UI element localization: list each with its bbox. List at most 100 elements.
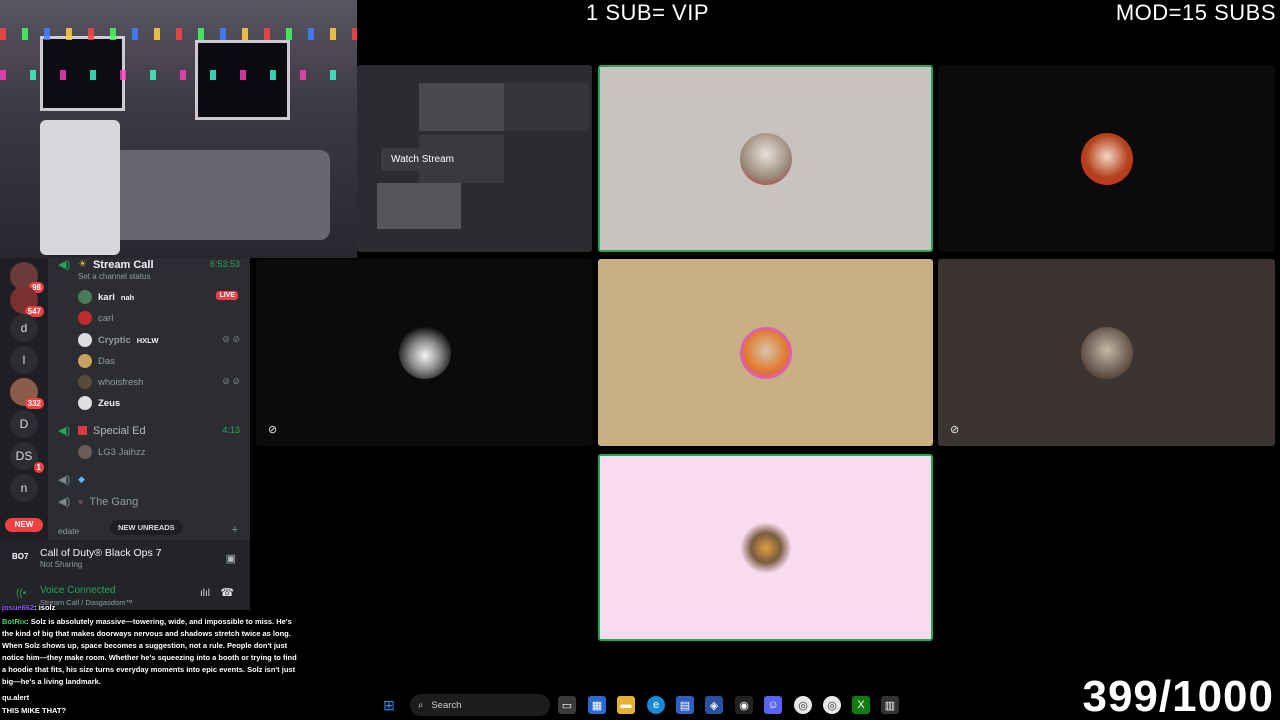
xbox-icon[interactable]: X [852, 696, 870, 714]
unread-badge: 1 [33, 462, 44, 473]
user-name: Das [98, 355, 115, 367]
app-icon[interactable]: ▤ [676, 696, 694, 714]
preview-thumbnail [419, 83, 504, 131]
share-screen-icon[interactable]: ▣ [226, 552, 236, 565]
channel-time: 4:13 [222, 425, 240, 435]
signal-icon: ((• [16, 588, 27, 599]
string-lights [0, 28, 357, 40]
preview-thumbnail [504, 83, 589, 131]
channel-diamond[interactable]: ◀) ◆ [58, 473, 85, 486]
participant-tile[interactable]: ⊘ [938, 259, 1275, 446]
chrome-icon[interactable]: ◎ [794, 696, 812, 714]
file-explorer-icon[interactable]: ▬ [617, 696, 635, 714]
add-icon[interactable]: + [232, 524, 238, 536]
diamond-icon: ◆ [78, 474, 85, 484]
server-label: d [20, 321, 28, 335]
user-name: LG3 Jaihzz [98, 446, 146, 458]
store-icon[interactable]: ▦ [588, 696, 606, 714]
speaker-icon: ◀) [58, 259, 71, 271]
server-icon[interactable]: D [10, 410, 38, 438]
windows-start-icon[interactable]: ⊞ [380, 696, 398, 714]
user-name: kari [98, 291, 115, 303]
disconnect-icon[interactable]: ☎ [220, 586, 234, 599]
chat-text: : isolz [34, 603, 56, 612]
obs-icon[interactable]: ◉ [735, 696, 753, 714]
bed [100, 150, 330, 240]
speaker-icon: ◀) [58, 496, 71, 508]
server-icon[interactable]: 332 [10, 378, 44, 409]
participant-tile[interactable] [598, 259, 933, 446]
server-icon[interactable]: 547 [10, 286, 44, 317]
participant-tile[interactable]: ⊘ [256, 259, 593, 446]
stream-preview-tile[interactable]: Watch Stream [357, 65, 592, 252]
user-name: Cryptic [98, 334, 131, 346]
preview-thumbnail [377, 183, 461, 229]
user-name: whoisfresh [98, 376, 144, 388]
voice-user-carl[interactable]: carl [78, 311, 113, 325]
new-servers-pill[interactable]: NEW [5, 518, 43, 532]
chrome-icon[interactable]: ◎ [823, 696, 841, 714]
server-label: l [22, 353, 26, 367]
chat-user: BotRix [2, 617, 27, 626]
voice-user-das[interactable]: Das [78, 354, 115, 368]
avatar [78, 290, 92, 304]
taskbar-search[interactable]: ⌕ Search [410, 694, 550, 716]
server-label: D [19, 417, 29, 431]
channel-stream-call[interactable]: ◀) ☀ Stream Call [58, 258, 154, 272]
chair [40, 120, 120, 255]
avatar [78, 354, 92, 368]
participant-avatar [1080, 326, 1133, 379]
voice-user-cryptic[interactable]: Cryptic HXLW [78, 333, 158, 347]
call-of-duty-icon[interactable]: ▥ [881, 696, 899, 714]
channel-status[interactable]: Set a channel status [78, 272, 151, 281]
activity-subtitle: Not Sharing [40, 560, 83, 569]
task-view-icon[interactable]: ▭ [558, 696, 576, 714]
windows-taskbar: ⊞ ⌕ Search ▭ ▦ ▬ e ▤ ◈ ◉ ☺ ◎ ◎ X ▥ [370, 690, 910, 720]
participant-avatar [739, 521, 792, 574]
watch-stream-button[interactable]: Watch Stream [381, 148, 464, 171]
avatar [78, 333, 92, 347]
voice-user-zeus[interactable]: Zeus [78, 396, 120, 410]
server-icon[interactable]: d [10, 314, 38, 342]
server-icon[interactable]: n [10, 474, 38, 502]
search-icon: ⌕ [418, 699, 424, 711]
speaker-icon: ◀) [58, 474, 71, 486]
chat-message: THIS MIKE THAT? [2, 705, 298, 717]
server-icon[interactable]: l [10, 346, 38, 374]
discord-icon[interactable]: ☺ [764, 696, 782, 714]
noise-suppression-icon[interactable]: ılıl [200, 588, 210, 599]
voice-title: Voice Connected [40, 585, 116, 596]
participant-tile[interactable] [938, 65, 1275, 252]
participant-tile[interactable] [598, 454, 933, 641]
voice-user-lg3[interactable]: LG3 Jaihzz [78, 445, 146, 459]
activity-title: Call of Duty® Black Ops 7 [40, 547, 162, 559]
chat-text: qu.alert [2, 693, 30, 702]
participant-tile[interactable] [598, 65, 933, 252]
avatar [78, 396, 92, 410]
category-edate[interactable]: edate [58, 526, 79, 536]
edge-icon[interactable]: e [647, 696, 665, 714]
red-square-icon [78, 426, 87, 435]
chat-user: josue662 [2, 603, 35, 612]
chat-text: : Solz is absolutely massive—towering, w… [2, 617, 297, 686]
channel-the-gang[interactable]: ◀) ♥ The Gang [58, 495, 138, 509]
participant-avatar [739, 326, 792, 379]
voice-user-kari[interactable]: kari nah [78, 290, 134, 304]
new-unreads-button[interactable]: NEW UNREADS [110, 520, 183, 535]
search-placeholder: Search [431, 699, 462, 711]
voice-user-whoisfresh[interactable]: whoisfresh [78, 375, 143, 389]
participant-avatar [398, 326, 451, 379]
server-icon[interactable]: DS 1 [10, 442, 44, 473]
speaker-icon: ◀) [58, 425, 71, 437]
sun-icon: ☀ [78, 259, 87, 270]
user-name: Zeus [98, 397, 121, 409]
unread-badge: 332 [24, 398, 44, 409]
live-badge: LIVE [216, 291, 238, 300]
chat-message: qu.alert [2, 692, 298, 704]
server-label: n [20, 481, 28, 495]
camera-off-icon: ⊘ [268, 424, 278, 436]
overlay-mod-text: MOD=15 SUBS [1115, 0, 1276, 25]
app-icon[interactable]: ◈ [705, 696, 723, 714]
channel-special-ed[interactable]: ◀) Special Ed [58, 424, 146, 438]
participant-avatar [739, 132, 792, 185]
